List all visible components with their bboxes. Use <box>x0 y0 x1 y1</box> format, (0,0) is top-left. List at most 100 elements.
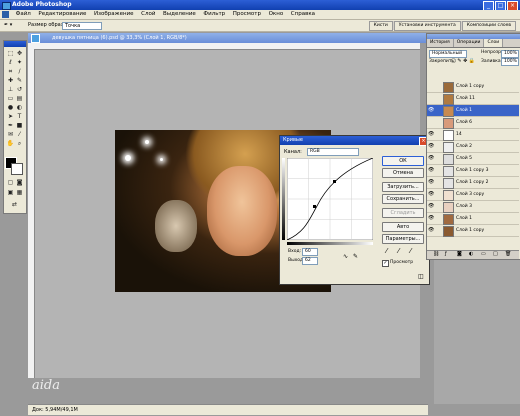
visibility-icon[interactable]: 👁 <box>428 204 434 209</box>
notes-tool-icon[interactable]: ✉ <box>6 131 15 139</box>
layer-row[interactable]: 👁 Слой 5 <box>427 153 519 165</box>
save-button[interactable]: Сохранить... <box>382 194 424 204</box>
pen-tool-icon[interactable]: ✒ <box>6 122 15 130</box>
well-layer-comps[interactable]: Композиции слоев <box>461 21 516 31</box>
blur-tool-icon[interactable]: ● <box>6 104 15 112</box>
output-value-field[interactable]: 62 <box>302 257 318 265</box>
visibility-icon[interactable]: 👁 <box>428 192 434 197</box>
eyedropper-icon[interactable]: ⁄ <box>15 131 24 139</box>
curve-point[interactable] <box>313 205 316 208</box>
visibility-icon[interactable] <box>428 84 433 89</box>
background-color-swatch[interactable] <box>11 163 23 175</box>
tab-history[interactable]: История <box>427 39 454 47</box>
layer-style-icon[interactable]: ƒ <box>445 251 447 257</box>
layer-row[interactable]: 👁 Слой 1 copy <box>427 225 519 237</box>
menu-image[interactable]: Изображение <box>91 10 137 19</box>
curve-point[interactable] <box>333 180 336 183</box>
tab-layers[interactable]: Слои <box>484 39 504 47</box>
menu-layer[interactable]: Слой <box>138 10 158 19</box>
expand-icon[interactable]: ◫ <box>418 273 424 280</box>
blend-mode-select[interactable]: Нормальный <box>429 50 467 58</box>
sample-size-select[interactable]: Точка <box>62 22 102 30</box>
slice-tool-icon[interactable]: ∕ <box>15 68 24 76</box>
visibility-icon[interactable]: 👁 <box>428 144 434 149</box>
eraser-tool-icon[interactable]: ▭ <box>6 95 15 103</box>
layer-row[interactable]: 👁 14 <box>427 129 519 141</box>
cancel-button[interactable]: Отмена <box>382 168 424 178</box>
visibility-icon[interactable]: 👁 <box>428 108 434 113</box>
layer-row[interactable]: 👁 Слой 1 <box>427 213 519 225</box>
layer-row[interactable]: Слой 6 <box>427 117 519 129</box>
eyedropper-gray-icon[interactable]: ⁄ <box>398 247 399 255</box>
opacity-field[interactable]: 100% <box>501 50 519 58</box>
healing-brush-tool-icon[interactable]: ✚ <box>6 77 15 85</box>
magic-wand-tool-icon[interactable]: ✦ <box>15 59 24 67</box>
visibility-icon[interactable]: 👁 <box>428 228 434 233</box>
path-select-tool-icon[interactable]: ➤ <box>6 113 15 121</box>
delete-layer-icon[interactable]: 🗑 <box>505 251 511 257</box>
type-tool-icon[interactable]: T <box>15 113 24 121</box>
ok-button[interactable]: ОК <box>382 156 424 166</box>
menu-filter[interactable]: Фильтр <box>200 10 228 19</box>
menu-view[interactable]: Просмотр <box>230 10 264 19</box>
preview-checkbox[interactable]: ✓ <box>382 260 389 267</box>
eyedropper-black-icon[interactable]: ⁄ <box>386 247 387 255</box>
screen-mode-icon[interactable]: ▣ <box>6 189 15 197</box>
eyedropper-white-icon[interactable]: ⁄ <box>410 247 411 255</box>
menu-select[interactable]: Выделение <box>160 10 199 19</box>
visibility-icon[interactable]: 👁 <box>428 216 434 221</box>
new-layer-icon[interactable]: □ <box>493 251 498 257</box>
history-brush-tool-icon[interactable]: ↺ <box>15 86 24 94</box>
zoom-tool-icon[interactable]: ⌕ <box>15 140 24 148</box>
curve-mode-icon[interactable]: ∿ <box>343 253 348 260</box>
fill-field[interactable]: 100% <box>501 58 519 66</box>
layer-row-selected[interactable]: 👁 Слой 1 <box>427 105 519 117</box>
visibility-icon[interactable]: 👁 <box>428 132 434 137</box>
visibility-icon[interactable] <box>428 96 433 101</box>
marquee-tool-icon[interactable]: ⬚ <box>6 50 15 58</box>
brush-tool-icon[interactable]: ✎ <box>15 77 24 85</box>
layer-row[interactable]: 👁 Слой 2 <box>427 141 519 153</box>
gradient-tool-icon[interactable]: ▤ <box>15 95 24 103</box>
layer-row[interactable]: Слой 1 copy <box>427 81 519 93</box>
input-value-field[interactable]: 60 <box>302 248 318 256</box>
layer-row[interactable]: 👁 Слой 3 copy <box>427 189 519 201</box>
layer-row[interactable]: 👁 Слой 3 <box>427 201 519 213</box>
adjustment-layer-icon[interactable]: ◐ <box>469 251 473 257</box>
layer-mask-icon[interactable]: ◙ <box>457 251 462 257</box>
visibility-icon[interactable] <box>428 120 433 125</box>
link-layers-icon[interactable]: ⛓ <box>433 251 439 257</box>
dodge-tool-icon[interactable]: ◐ <box>15 104 24 112</box>
pencil-mode-icon[interactable]: ✎ <box>353 253 358 260</box>
well-brushes[interactable]: Кисти <box>368 21 393 31</box>
load-button[interactable]: Загрузить... <box>382 182 424 192</box>
clone-stamp-tool-icon[interactable]: ⊥ <box>6 86 15 94</box>
menu-help[interactable]: Справка <box>288 10 318 19</box>
full-screen-icon[interactable]: ▦ <box>15 189 24 197</box>
quick-mask-icon[interactable]: ◙ <box>15 179 24 187</box>
layer-row[interactable]: Слой 11 <box>427 93 519 105</box>
lasso-tool-icon[interactable]: ℓ <box>6 59 15 67</box>
eyedropper-tool-icon[interactable]: ✒ ▾ <box>4 22 12 28</box>
options-button[interactable]: Параметры... <box>382 234 424 244</box>
menu-window[interactable]: Окно <box>266 10 287 19</box>
layer-row[interactable]: 👁 Слой 1 copy 2 <box>427 177 519 189</box>
imageready-icon[interactable]: ⇄ <box>10 201 19 209</box>
channel-select[interactable]: RGB <box>307 148 359 156</box>
well-tool-presets[interactable]: Установки инструмента <box>393 21 461 31</box>
visibility-icon[interactable]: 👁 <box>428 156 434 161</box>
move-tool-icon[interactable]: ✥ <box>15 50 24 58</box>
shape-tool-icon[interactable]: ■ <box>15 122 24 130</box>
auto-button[interactable]: Авто <box>382 222 424 232</box>
tab-actions[interactable]: Операции <box>454 39 485 47</box>
lock-icon[interactable]: ▢ ✎ ✥ 🔒 <box>451 58 475 64</box>
menu-file[interactable]: Файл <box>13 10 34 19</box>
menu-edit[interactable]: Редактирование <box>35 10 89 19</box>
standard-mode-icon[interactable]: ▢ <box>6 179 15 187</box>
visibility-icon[interactable]: 👁 <box>428 168 434 173</box>
app-menu-icon[interactable] <box>2 11 9 18</box>
hand-tool-icon[interactable]: ✋ <box>6 140 15 148</box>
visibility-icon[interactable]: 👁 <box>428 180 434 185</box>
new-group-icon[interactable]: ▭ <box>481 251 486 257</box>
crop-tool-icon[interactable]: ⌗ <box>6 68 15 76</box>
